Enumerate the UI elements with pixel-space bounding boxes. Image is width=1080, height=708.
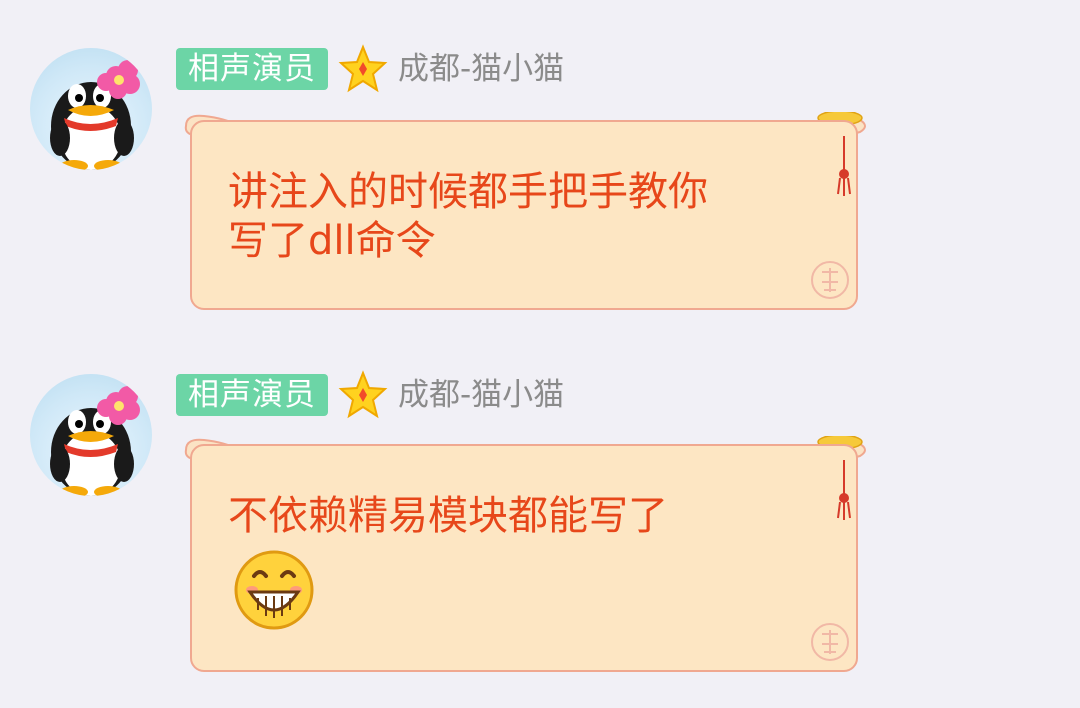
- chat-message: 相声演员 成都-猫小猫 讲注入的时候都手把手教你 写了dll命令: [0, 44, 1080, 318]
- grinning-emoji-icon: [234, 550, 314, 630]
- message-text-line: 写了dll命令: [228, 218, 436, 264]
- tassel-icon: [837, 136, 851, 196]
- message-text-line: 讲注入的时候都手把手教你: [228, 169, 708, 215]
- username[interactable]: 成都-猫小猫: [398, 48, 564, 90]
- role-badge: 相声演员: [176, 374, 328, 416]
- star-icon: [338, 44, 388, 93]
- message-bubble[interactable]: 讲注入的时候都手把手教你 写了dll命令: [190, 120, 858, 310]
- message-text: 讲注入的时候都手把手教你 写了dll命令: [228, 168, 816, 266]
- penguin-avatar-icon: [50, 386, 140, 496]
- message-header: 相声演员 成都-猫小猫: [176, 44, 564, 93]
- message-text: 不依赖精易模块都能写了: [228, 492, 816, 541]
- avatar[interactable]: [30, 48, 152, 170]
- avatar[interactable]: [30, 374, 152, 496]
- seal-stamp-icon: [811, 261, 849, 299]
- username[interactable]: 成都-猫小猫: [398, 374, 564, 416]
- chat-message: 相声演员 成都-猫小猫 不依赖精易模块都能写了: [0, 370, 1080, 674]
- role-badge: 相声演员: [176, 48, 328, 90]
- star-icon: [338, 370, 388, 419]
- penguin-avatar-icon: [50, 60, 140, 170]
- seal-stamp-icon: [811, 623, 849, 661]
- message-header: 相声演员 成都-猫小猫: [176, 370, 564, 419]
- message-text-line: 不依赖精易模块都能写了: [228, 493, 668, 539]
- tassel-icon: [837, 460, 851, 520]
